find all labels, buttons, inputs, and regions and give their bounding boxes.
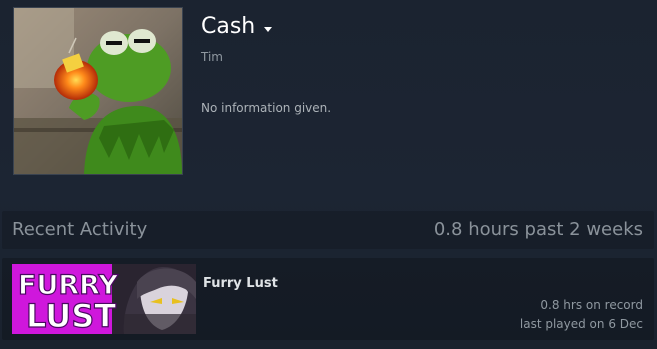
profile-summary: No information given. [201,101,332,115]
game-name-link[interactable]: Furry Lust [203,276,278,291]
profile-name: Cash [201,14,256,39]
profile-name-dropdown[interactable]: Cash [201,14,273,39]
recent-activity-title[interactable]: Recent Activity [12,219,147,240]
game-capsule-image[interactable]: FURRY LUST [12,264,196,334]
recent-game-row: FURRY LUST Furry Lust 0.8 hrs on record … [2,258,654,340]
game-capsule-art: FURRY LUST [12,264,196,334]
capsule-text-line2: LUST [26,297,116,334]
profile-real-name: Tim [201,50,223,64]
avatar-image [14,8,182,174]
game-last-played: last played on 6 Dec [519,317,643,331]
chevron-down-icon [264,27,273,32]
game-hours-on-record: 0.8 hrs on record [540,298,643,312]
profile-avatar [13,7,183,175]
recent-activity-header: Recent Activity 0.8 hours past 2 weeks [2,211,654,249]
recent-activity-total: 0.8 hours past 2 weeks [433,219,643,240]
